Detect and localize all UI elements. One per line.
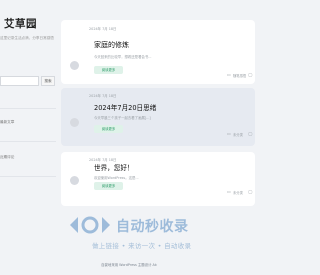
post-category[interactable]: 未分类: [233, 132, 243, 137]
post-category[interactable]: 随笔感悟: [233, 73, 246, 78]
sidebar: 艾草园 这里记录生活点滴，分享日常感悟 搜索 最新文章 近期评论: [0, 0, 56, 275]
post-title[interactable]: 2024年7月20日思绪: [94, 102, 156, 112]
post-card: 2024年 7月 18日 世界，您好！ 欢迎使用WordPress。这是... …: [61, 152, 255, 206]
comment-icon: ◯: [248, 72, 253, 77]
avatar: [70, 118, 79, 127]
footer: 自豪地采用 WordPress 主题设计 Ak: [101, 263, 157, 267]
read-more-button[interactable]: 阅读更多: [94, 125, 123, 133]
post-title[interactable]: 家庭的修炼: [94, 40, 129, 50]
folder-icon: ▭: [227, 72, 231, 77]
avatar: [70, 61, 79, 70]
comment-icon: ◯: [248, 131, 253, 136]
post-excerpt: 欢迎使用WordPress。这是...: [94, 176, 139, 180]
sidebar-link-recent-posts[interactable]: 最新文章: [0, 120, 14, 125]
post-excerpt: 今天回来的比较早，想着还是看会书...: [94, 55, 152, 59]
search-form: 搜索: [0, 76, 56, 86]
post-category[interactable]: 未分类: [233, 190, 243, 195]
read-more-button[interactable]: 阅读更多: [94, 182, 123, 190]
post-date: 2024年 7月 18日: [89, 94, 117, 98]
divider: [0, 108, 56, 109]
sidebar-link-recent-comments[interactable]: 近期评论: [0, 155, 14, 160]
comment-icon: ◯: [248, 189, 253, 194]
avatar: [70, 176, 79, 185]
watermark: 自动秒收录 做上链接 • 来访一次 • 自动收录: [68, 213, 254, 253]
watermark-title: 自动秒收录: [116, 219, 189, 235]
folder-icon: ▭: [227, 189, 231, 194]
search-input[interactable]: [0, 76, 39, 86]
watermark-subtitle: 做上链接 • 来访一次 • 自动收录: [92, 242, 192, 250]
post-title[interactable]: 世界，您好！: [94, 162, 134, 172]
watermark-logo-icon: [70, 216, 110, 234]
search-button[interactable]: 搜索: [41, 76, 55, 86]
site-description: 这里记录生活点滴，分享日常感悟: [0, 36, 54, 40]
post-excerpt: 今天早晨三个孩子一起去看了画展[...]: [94, 116, 151, 120]
divider: [0, 176, 56, 177]
post-card: 2024年 7月 18日 家庭的修炼 今天回来的比较早，想着还是看会书... 阅…: [61, 20, 255, 84]
divider: [0, 141, 56, 142]
post-card: 2024年 7月 18日 2024年7月20日思绪 今天早晨三个孩子一起去看了画…: [61, 88, 255, 146]
site-title[interactable]: 艾草园: [4, 16, 37, 31]
read-more-button[interactable]: 阅读更多: [94, 66, 123, 74]
folder-icon: ▭: [227, 131, 231, 136]
post-date: 2024年 7月 18日: [89, 27, 117, 31]
